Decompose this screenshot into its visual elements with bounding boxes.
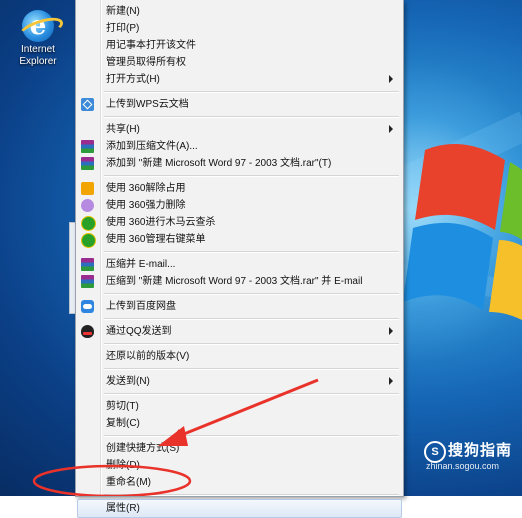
watermark-brand: 搜狗指南	[448, 442, 513, 459]
highlight-circle	[32, 464, 192, 496]
watermark-url: zhinan.sogou.com	[426, 461, 500, 471]
sogou-logo-icon: S	[424, 441, 446, 463]
annotation-arrow-head	[158, 426, 188, 446]
menu-item[interactable]: 属性(R)	[77, 499, 402, 518]
annotation-arrow	[169, 378, 319, 445]
menu-item-label: 属性(R)	[106, 503, 140, 514]
annotation-layer	[32, 378, 319, 496]
